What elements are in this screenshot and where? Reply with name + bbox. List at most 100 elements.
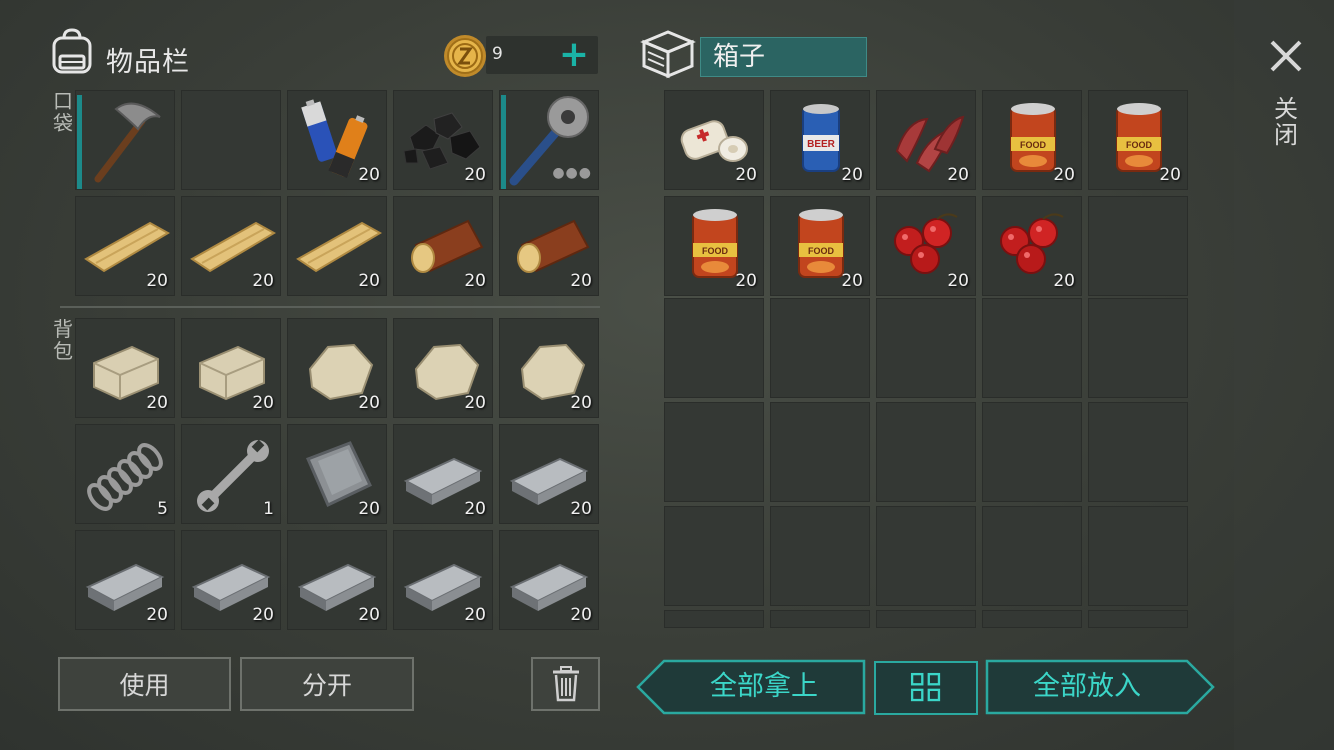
inventory-slot-spring[interactable]: 5 [75, 424, 175, 524]
container-slot-beer-can[interactable]: BEER 20 [770, 90, 870, 190]
add-coins-button[interactable]: + [556, 35, 592, 75]
item-count: 20 [570, 605, 592, 625]
container-slot-bandage[interactable]: 20 [664, 90, 764, 190]
inventory-slot-iron-ingot[interactable]: 20 [393, 424, 493, 524]
container-slot-empty[interactable] [770, 506, 870, 606]
item-count: 20 [252, 271, 274, 291]
inventory-slot-stone-block[interactable]: 20 [75, 318, 175, 418]
inventory-slot-pickaxe[interactable] [75, 90, 175, 190]
inventory-slot-iron-ingot[interactable]: 20 [75, 530, 175, 630]
take-all-button[interactable]: 全部拿上 [636, 659, 866, 715]
container-slot-empty[interactable] [982, 402, 1082, 502]
container-slot-empty[interactable] [770, 298, 870, 398]
item-count: 20 [570, 499, 592, 519]
item-count: 20 [570, 393, 592, 413]
close-button[interactable] [1266, 36, 1306, 76]
item-count: 20 [358, 165, 380, 185]
inventory-slot-iron-ingot[interactable]: 20 [499, 424, 599, 524]
inventory-slot-log[interactable]: 20 [499, 196, 599, 296]
item-count: 20 [841, 271, 863, 291]
durability-dots: ●●● [552, 165, 592, 181]
container-name-field[interactable]: 箱子 [700, 37, 867, 77]
inventory-slot-stone[interactable]: 20 [393, 318, 493, 418]
container-slot-empty[interactable] [770, 610, 870, 628]
container-slot-empty[interactable] [1088, 506, 1188, 606]
inventory-slot-iron-ingot[interactable]: 20 [287, 530, 387, 630]
pickaxe-icon [94, 102, 161, 183]
inventory-slot-iron-ingot[interactable]: 20 [181, 530, 281, 630]
container-slot-empty[interactable] [876, 298, 976, 398]
container-slot-empty[interactable] [664, 402, 764, 502]
inventory-slot-stone[interactable]: 20 [287, 318, 387, 418]
coin-count: 9 [492, 44, 503, 64]
container-slot-empty[interactable] [982, 610, 1082, 628]
item-count: 20 [358, 605, 380, 625]
inventory-slot-iron-ingot[interactable]: 20 [393, 530, 493, 630]
svg-text:FOOD: FOOD [808, 246, 834, 256]
section-divider [60, 306, 600, 308]
item-count: 20 [358, 393, 380, 413]
container-slot-food-can[interactable]: FOOD 20 [770, 196, 870, 296]
close-label[interactable]: 关闭 [1274, 96, 1298, 148]
item-count: 20 [464, 165, 486, 185]
container-slot-empty[interactable] [664, 610, 764, 628]
container-slot-raw-meat[interactable]: 20 [876, 90, 976, 190]
item-count: 20 [464, 271, 486, 291]
container-slot-empty[interactable] [1088, 610, 1188, 628]
put-all-label: 全部放入 [1033, 671, 1141, 702]
container-slot-berries[interactable]: 20 [982, 196, 1082, 296]
container-slot-food-can[interactable]: FOOD 20 [1088, 90, 1188, 190]
sort-button[interactable] [874, 661, 978, 715]
inventory-slot-spiked-club[interactable]: ●●● [499, 90, 599, 190]
svg-text:FOOD: FOOD [1126, 140, 1152, 150]
use-button[interactable]: 使用 [58, 657, 231, 711]
inventory-slot-iron-ingot[interactable]: 20 [499, 530, 599, 630]
container-slot-food-can[interactable]: FOOD 20 [664, 196, 764, 296]
put-all-button[interactable]: 全部放入 [985, 659, 1215, 715]
split-button[interactable]: 分开 [240, 657, 414, 711]
item-count: 20 [1053, 271, 1075, 291]
inventory-slot-empty[interactable] [181, 90, 281, 190]
container-slot-empty[interactable] [982, 506, 1082, 606]
item-count: 20 [358, 499, 380, 519]
inventory-slot-plank[interactable]: 20 [181, 196, 281, 296]
inventory-slot-wrench[interactable]: 1 [181, 424, 281, 524]
item-count: 20 [464, 605, 486, 625]
inventory-title: 物品栏 [106, 47, 190, 78]
item-count: 20 [735, 165, 757, 185]
item-count: 20 [947, 165, 969, 185]
container-slot-empty[interactable] [664, 298, 764, 398]
container-slot-berries[interactable]: 20 [876, 196, 976, 296]
svg-text:FOOD: FOOD [702, 246, 728, 256]
backpack-icon [48, 28, 96, 76]
container-slot-empty[interactable] [876, 402, 976, 502]
container-slot-empty[interactable] [982, 298, 1082, 398]
inventory-slot-batteries[interactable]: 20 [287, 90, 387, 190]
coin-icon [442, 33, 488, 79]
trash-icon [552, 666, 579, 702]
container-slot-empty[interactable] [1088, 402, 1188, 502]
inventory-slot-stone[interactable]: 20 [499, 318, 599, 418]
container-slot-empty[interactable] [770, 402, 870, 502]
container-slot-empty[interactable] [664, 506, 764, 606]
inventory-slot-coal[interactable]: 20 [393, 90, 493, 190]
container-slot-empty[interactable] [1088, 196, 1188, 296]
item-count: 5 [157, 499, 168, 519]
backpack-label: 背包 [53, 317, 73, 363]
item-count: 20 [146, 271, 168, 291]
close-icon [1270, 40, 1302, 72]
item-count: 20 [1159, 165, 1181, 185]
container-slot-food-can[interactable]: FOOD 20 [982, 90, 1082, 190]
container-slot-empty[interactable] [1088, 298, 1188, 398]
inventory-slot-metal-plate[interactable]: 20 [287, 424, 387, 524]
inventory-slot-log[interactable]: 20 [393, 196, 493, 296]
inventory-slot-plank[interactable]: 20 [75, 196, 175, 296]
inventory-slot-stone-block[interactable]: 20 [181, 318, 281, 418]
container-slot-empty[interactable] [876, 610, 976, 628]
trash-button[interactable] [531, 657, 600, 711]
svg-text:FOOD: FOOD [1020, 140, 1046, 150]
sort-grid-icon [910, 672, 941, 702]
item-count: 20 [841, 165, 863, 185]
container-slot-empty[interactable] [876, 506, 976, 606]
inventory-slot-plank[interactable]: 20 [287, 196, 387, 296]
